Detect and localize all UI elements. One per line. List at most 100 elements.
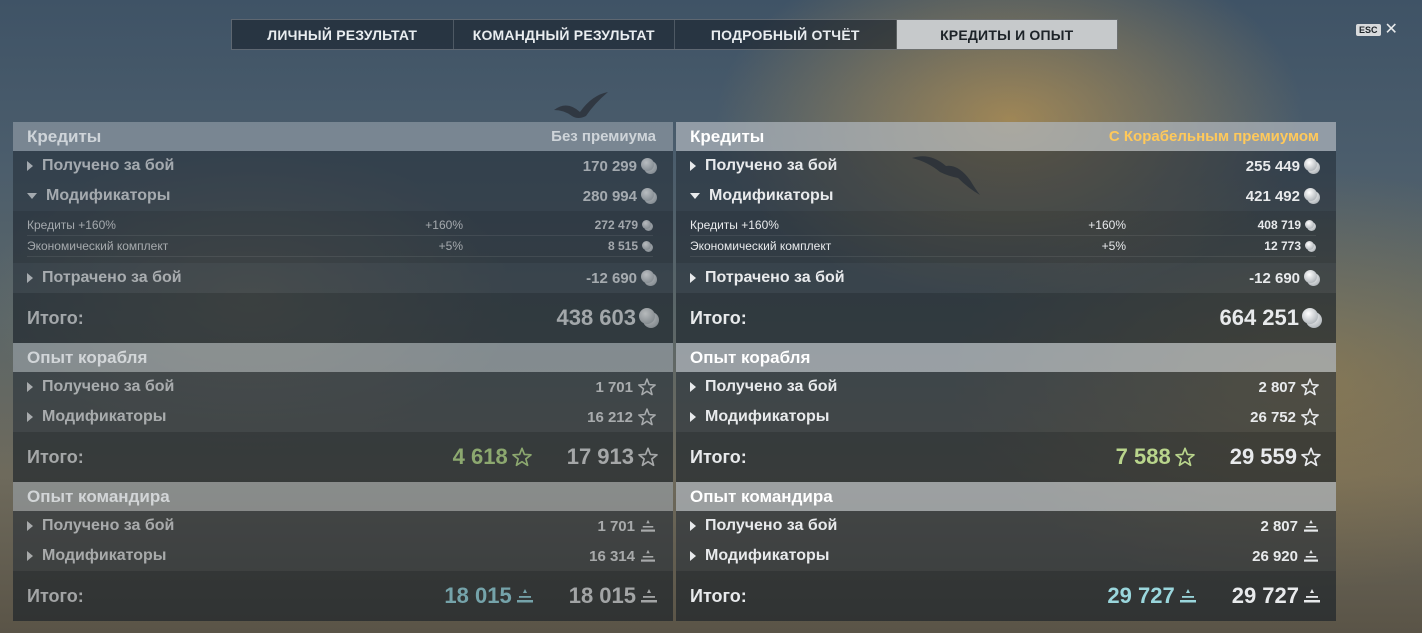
coin-stack-icon — [1305, 240, 1316, 252]
modifier-value: 272 479 — [594, 218, 638, 232]
credits-total-row: Итого: 664 251 — [676, 293, 1336, 343]
modifier-percent: +5% — [1101, 239, 1126, 253]
row-label: Получено за бой — [705, 517, 838, 534]
row-label: Модификаторы — [705, 408, 830, 425]
triangle-down-icon — [690, 193, 700, 199]
row-value: 26 752 — [1250, 408, 1296, 426]
row-value: 2 807 — [1260, 517, 1298, 535]
commander-xp-modifiers-row[interactable]: Модификаторы 26 920 — [676, 541, 1336, 571]
esc-close-button[interactable]: ESC ✕ — [1356, 22, 1398, 38]
row-value: 255 449 — [1245, 157, 1300, 175]
modifier-value: 8 515 — [607, 239, 638, 253]
credits-modifiers-row[interactable]: Модификаторы 280 994 — [13, 181, 673, 211]
commander-rank-icon — [1302, 549, 1320, 563]
triangle-right-icon — [27, 551, 33, 561]
commander-rank-icon — [1302, 588, 1322, 604]
section-title: Опыт корабля — [27, 347, 148, 367]
modifier-value: 408 719 — [1257, 218, 1301, 232]
row-value: 1 701 — [597, 517, 635, 535]
coin-stack-icon — [641, 270, 657, 286]
row-label: Получено за бой — [42, 517, 175, 534]
row-value: -12 690 — [1249, 269, 1300, 287]
modifier-percent: +5% — [438, 239, 463, 253]
modifier-item: Кредиты +160% +160% 272 479 — [27, 215, 653, 236]
free-commander-xp-value: 29 727 — [1107, 583, 1175, 608]
coin-stack-icon — [642, 240, 653, 252]
ship-xp-earned-row[interactable]: Получено за бой 2 807 — [676, 372, 1336, 402]
total-label: Итого: — [27, 585, 84, 606]
modifier-percent: +160% — [425, 218, 463, 232]
coin-stack-icon — [641, 158, 657, 174]
row-label: Потрачено за бой — [705, 269, 845, 286]
commander-rank-icon — [515, 588, 535, 604]
triangle-right-icon — [690, 521, 696, 531]
modifier-name: Кредиты +160% — [27, 218, 116, 232]
commander-rank-icon — [639, 519, 657, 533]
credits-spent-row[interactable]: Потрачено за бой -12 690 — [676, 263, 1336, 293]
coin-stack-icon — [642, 219, 653, 231]
total-label: Итого: — [690, 585, 747, 606]
ship-xp-earned-row[interactable]: Получено за бой 1 701 — [13, 372, 673, 402]
tab-personal-result[interactable]: ЛИЧНЫЙ РЕЗУЛЬТАТ — [232, 20, 454, 49]
total-value: 18 015 — [568, 583, 636, 608]
star-icon — [637, 377, 657, 397]
triangle-right-icon — [690, 382, 696, 392]
commander-xp-earned-row[interactable]: Получено за бой 2 807 — [676, 511, 1336, 541]
row-value: 280 994 — [582, 187, 637, 205]
row-value: 16 212 — [587, 408, 633, 426]
row-value: 16 314 — [589, 547, 635, 565]
row-label: Модификаторы — [709, 187, 834, 204]
commander-rank-icon — [639, 588, 659, 604]
row-label: Получено за бой — [42, 157, 175, 174]
star-icon — [637, 446, 659, 468]
total-value: 17 913 — [566, 444, 634, 469]
coin-stack-icon — [641, 188, 657, 204]
ship-xp-modifiers-row[interactable]: Модификаторы 16 212 — [13, 402, 673, 432]
modifier-item: Кредиты +160% +160% 408 719 — [690, 215, 1316, 236]
tab-team-result[interactable]: КОМАНДНЫЙ РЕЗУЛЬТАТ — [454, 20, 675, 49]
commander-xp-earned-row[interactable]: Получено за бой 1 701 — [13, 511, 673, 541]
modifier-percent: +160% — [1088, 218, 1126, 232]
row-label: Потрачено за бой — [42, 269, 182, 286]
row-label: Модификаторы — [42, 408, 167, 425]
star-icon — [1300, 407, 1320, 427]
free-xp-value: 7 588 — [1115, 444, 1171, 469]
commander-xp-header: Опыт командира — [13, 482, 673, 511]
total-value: 29 727 — [1231, 583, 1299, 608]
commander-rank-icon — [1178, 588, 1198, 604]
credits-modifiers-row[interactable]: Модификаторы 421 492 — [676, 181, 1336, 211]
triangle-right-icon — [27, 521, 33, 531]
esc-key-badge: ESC — [1356, 24, 1381, 36]
modifier-name: Экономический комплект — [27, 239, 169, 253]
row-label: Получено за бой — [705, 378, 838, 395]
modifiers-breakdown: Кредиты +160% +160% 408 719 Экономически… — [676, 211, 1336, 263]
credits-spent-row[interactable]: Потрачено за бой -12 690 — [13, 263, 673, 293]
total-label: Итого: — [27, 307, 84, 328]
total-value: 664 251 — [1219, 305, 1299, 330]
triangle-right-icon — [690, 412, 696, 422]
credits-earned-row[interactable]: Получено за бой 170 299 — [13, 151, 673, 181]
ship-xp-header: Опыт корабля — [676, 343, 1336, 372]
commander-xp-header: Опыт командира — [676, 482, 1336, 511]
ship-xp-modifiers-row[interactable]: Модификаторы 26 752 — [676, 402, 1336, 432]
ship-xp-total-row: Итого: 7 588 29 559 — [676, 432, 1336, 482]
total-label: Итого: — [690, 446, 747, 467]
tab-detailed-report[interactable]: ПОДРОБНЫЙ ОТЧЁТ — [675, 20, 897, 49]
premium-panel: Кредиты С Корабельным премиумом Получено… — [676, 122, 1336, 621]
results-tabs: ЛИЧНЫЙ РЕЗУЛЬТАТ КОМАНДНЫЙ РЕЗУЛЬТАТ ПОД… — [231, 19, 1118, 50]
ship-xp-header: Опыт корабля — [13, 343, 673, 372]
triangle-right-icon — [690, 551, 696, 561]
triangle-right-icon — [27, 382, 33, 392]
star-icon — [637, 407, 657, 427]
close-icon[interactable]: ✕ — [1385, 22, 1398, 38]
triangle-right-icon — [690, 161, 696, 171]
row-value: 26 920 — [1252, 547, 1298, 565]
account-type-badge: Без премиума — [551, 128, 656, 145]
row-value: 1 701 — [595, 378, 633, 396]
tab-credits-and-xp[interactable]: КРЕДИТЫ И ОПЫТ — [896, 20, 1117, 49]
commander-xp-modifiers-row[interactable]: Модификаторы 16 314 — [13, 541, 673, 571]
triangle-right-icon — [27, 412, 33, 422]
section-title: Опыт командира — [690, 486, 833, 506]
credits-earned-row[interactable]: Получено за бой 255 449 — [676, 151, 1336, 181]
triangle-down-icon — [27, 193, 37, 199]
